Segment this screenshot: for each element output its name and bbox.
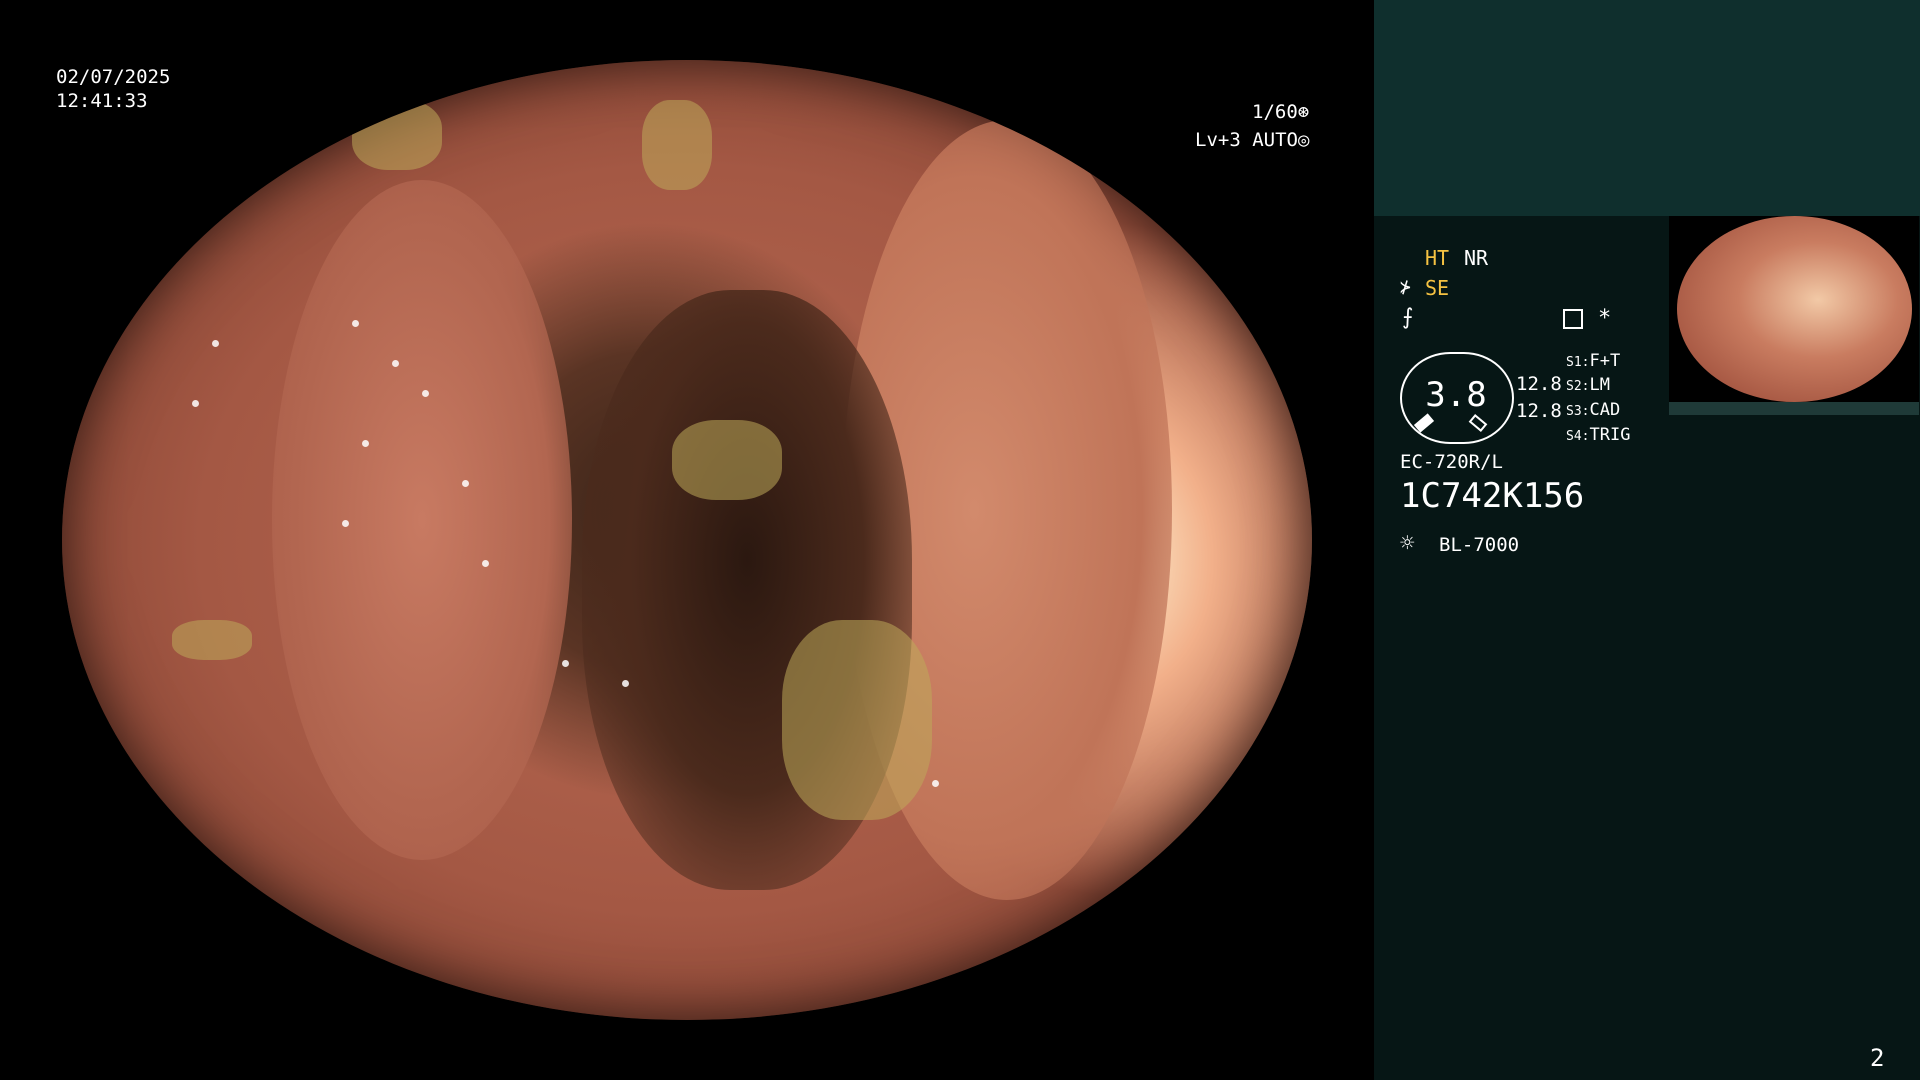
scope-serial: 1C742K156 <box>1400 476 1585 516</box>
page-number: 2 <box>1870 1044 1885 1072</box>
specular-highlight <box>342 520 349 527</box>
gauge-reading: 12.8 <box>1516 373 1562 395</box>
scope-setting-value: CAD <box>1589 400 1621 420</box>
specular-highlight <box>932 780 939 787</box>
scope-setting-value: F+T <box>1589 351 1621 371</box>
light-source-model: BL-7000 <box>1439 534 1520 556</box>
star-icon: * <box>1598 306 1612 331</box>
exam-date: 02/07/2025 <box>56 66 171 88</box>
specular-highlight <box>562 660 569 667</box>
auto-exposure-icon: ◎ <box>1297 129 1310 151</box>
debris <box>352 100 442 170</box>
specular-highlight <box>462 480 469 487</box>
level-value: Lv+3 AUTO <box>1195 129 1298 151</box>
scope-setting-key: S2: <box>1566 379 1590 394</box>
ht-indicator: HT <box>1425 246 1450 270</box>
specular-highlight <box>362 440 369 447</box>
light-source-icon: ☼ <box>1400 529 1415 557</box>
se-indicator: SE <box>1425 276 1450 300</box>
endoscope-video-area: 02/07/2025 12:41:33 1/60⊛ Lv+3 AUTO◎ <box>0 0 1374 1080</box>
specular-highlight <box>212 340 219 347</box>
specular-highlight <box>482 560 489 567</box>
specular-highlight <box>622 680 629 687</box>
debris <box>782 620 932 820</box>
scope-model: EC-720R/L <box>1400 451 1503 473</box>
debris <box>642 100 712 190</box>
structure-enhancement-icon: ⊁ <box>1400 277 1411 298</box>
scope-setting-value: TRIG <box>1589 425 1631 445</box>
scope-setting-value: LM <box>1589 375 1610 395</box>
mucosal-fold <box>272 180 572 860</box>
grid-icon <box>1563 309 1583 329</box>
specular-highlight <box>392 360 399 367</box>
gauge-value: 3.8 <box>1425 375 1487 415</box>
scope-setting-row: S4:TRIG <box>1566 424 1630 448</box>
scope-setting-key: S3: <box>1566 404 1590 419</box>
nr-indicator: NR <box>1464 246 1489 270</box>
color-enhancement-icon: ⨍ <box>1402 305 1414 330</box>
debris <box>672 420 782 500</box>
scope-setting-row: S1:F+T <box>1566 350 1620 374</box>
shutter-icon: ⊛ <box>1297 101 1310 123</box>
thumbnail-image <box>1677 216 1912 402</box>
scope-setting-row: S2:LM <box>1566 374 1610 398</box>
shutter-speed: 1/60⊛ <box>1252 100 1309 124</box>
captured-image-thumbnail[interactable] <box>1669 216 1919 402</box>
scope-setting-row: S3:CAD <box>1566 399 1620 423</box>
scope-setting-key: S1: <box>1566 355 1590 370</box>
gauge-reading: 12.8 <box>1516 400 1562 422</box>
debris <box>172 620 252 660</box>
specular-highlight <box>352 320 359 327</box>
specular-highlight <box>422 390 429 397</box>
exam-time: 12:41:33 <box>56 90 148 112</box>
brightness-level: Lv+3 AUTO◎ <box>1195 128 1309 152</box>
specular-highlight <box>192 400 199 407</box>
scope-setting-key: S4: <box>1566 429 1590 444</box>
endoscopic-image <box>62 60 1312 1020</box>
shutter-value: 1/60 <box>1252 101 1298 123</box>
info-panel-header <box>1374 0 1920 216</box>
thumbnail-caption-bar <box>1669 402 1919 415</box>
